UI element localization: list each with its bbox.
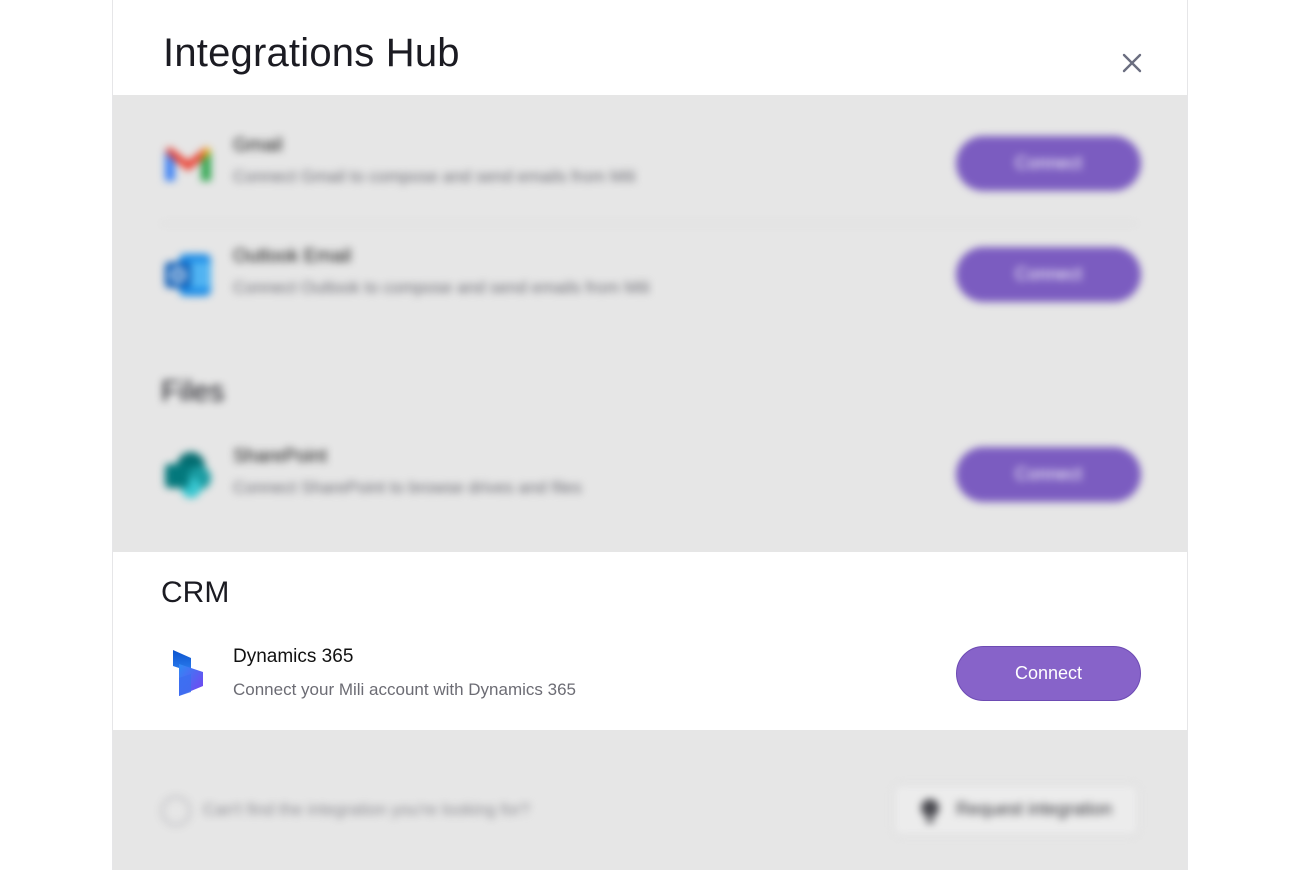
integration-name: Dynamics 365 <box>233 646 354 667</box>
integration-row-outlook: Outlook Email Connect Outlook to compose… <box>161 240 1141 310</box>
connect-button-outlook[interactable]: Connect <box>956 247 1141 302</box>
sharepoint-icon <box>165 452 211 498</box>
help-icon <box>161 796 191 826</box>
integration-description: Connect SharePoint to browse drives and … <box>233 478 582 497</box>
lightbulb-icon <box>921 799 939 823</box>
modal-title: Integrations Hub <box>163 31 460 75</box>
integration-description: Connect your Mili account with Dynamics … <box>233 680 576 699</box>
row-divider <box>161 223 1137 224</box>
integration-name: SharePoint <box>233 446 328 467</box>
blurred-integrations-list: Gmail Connect Gmail to compose and send … <box>113 95 1187 552</box>
blurred-footer: Can't find the integration you're lookin… <box>113 730 1187 870</box>
close-icon <box>1122 53 1142 73</box>
integration-description: Connect Outlook to compose and send emai… <box>233 278 650 297</box>
connect-button-sharepoint[interactable]: Connect <box>956 447 1141 502</box>
integration-row-dynamics-365: Dynamics 365 Connect your Mili account w… <box>161 638 1141 708</box>
dynamics-365-icon <box>173 650 203 696</box>
integrations-modal: Integrations Hub Gmail Connect Gmail to … <box>112 0 1188 870</box>
section-title-files: Files <box>161 375 225 408</box>
connect-button-dynamics-365[interactable]: Connect <box>956 646 1141 701</box>
footer-hint: Can't find the integration you're lookin… <box>203 800 530 819</box>
integration-description: Connect Gmail to compose and send emails… <box>233 167 636 186</box>
modal-header: Integrations Hub <box>113 0 1187 95</box>
request-integration-button[interactable]: Request integration <box>893 784 1139 836</box>
gmail-icon <box>165 147 211 181</box>
request-integration-label: Request integration <box>956 799 1113 819</box>
integration-row-gmail: Gmail Connect Gmail to compose and send … <box>161 129 1141 199</box>
section-title-crm: CRM <box>161 576 230 609</box>
crm-section: CRM Dynamics 365 Connect your Mili accou… <box>113 552 1187 730</box>
integration-name: Outlook Email <box>233 246 352 267</box>
integration-name: Gmail <box>233 135 283 156</box>
connect-button-gmail[interactable]: Connect <box>956 136 1141 191</box>
integration-row-sharepoint: SharePoint Connect SharePoint to browse … <box>161 440 1141 510</box>
outlook-icon <box>165 254 211 296</box>
close-button[interactable] <box>1119 50 1145 76</box>
